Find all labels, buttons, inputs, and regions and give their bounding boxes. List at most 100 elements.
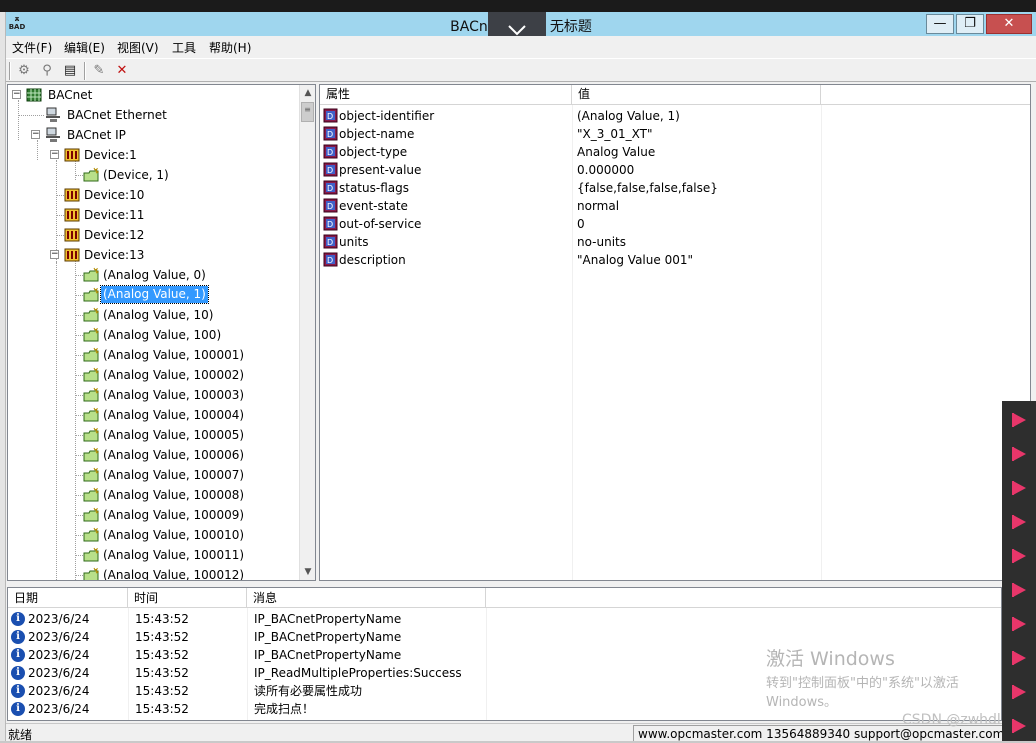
property-name: out-of-service <box>339 217 422 231</box>
tree-node-label: (Analog Value, 100010) <box>103 528 245 542</box>
tree-node-device[interactable]: Device:10 <box>50 185 288 205</box>
info-icon: i <box>11 684 25 698</box>
flag-icon[interactable] <box>1008 613 1030 635</box>
svg-text:D: D <box>327 112 333 121</box>
property-row[interactable]: Dstatus-flags {false,false,false,false} <box>320 179 1030 197</box>
tree-node-ip[interactable]: − BACnet IP <box>31 125 291 145</box>
tree-node-device[interactable]: − Device:1 <box>50 145 288 165</box>
tree-node-label: (Analog Value, 100003) <box>103 388 245 402</box>
tree-node-object[interactable]: (Analog Value, 100009) <box>69 505 288 525</box>
csdn-watermark: CSDN @zwhdlb <box>902 712 1010 728</box>
flag-icon[interactable] <box>1008 715 1030 737</box>
tree-node-label: (Analog Value, 100005) <box>103 428 245 442</box>
flag-icon[interactable] <box>1008 647 1030 669</box>
toolbar-separator <box>84 62 86 80</box>
info-icon: i <box>11 702 25 716</box>
log-date: 2023/6/24 <box>28 684 90 698</box>
tree-node-object[interactable]: (Analog Value, 100) <box>69 325 288 345</box>
column-header-property[interactable]: 属性 <box>320 85 572 105</box>
tree-node-object[interactable]: (Analog Value, 100004) <box>69 405 288 425</box>
horizontal-splitter[interactable] <box>6 581 1036 586</box>
menu-help[interactable]: 帮助(H) <box>209 39 251 56</box>
computer-network-icon <box>46 127 60 142</box>
flag-icon[interactable] <box>1008 545 1030 567</box>
flag-icon[interactable] <box>1008 511 1030 533</box>
scroll-thumb[interactable]: ≡ <box>301 102 314 122</box>
flag-icon[interactable] <box>1008 477 1030 499</box>
delete-icon[interactable]: ✕ <box>112 62 132 80</box>
column-header-value[interactable]: 值 <box>572 85 821 105</box>
scan-icon[interactable]: ⚙ <box>14 62 34 80</box>
tree-node-object[interactable]: (Analog Value, 100001) <box>69 345 288 365</box>
toolbar-grip <box>9 62 11 80</box>
tree-node-bacnet[interactable]: − BACnet <box>12 85 292 105</box>
write-icon[interactable]: ✎ <box>89 62 109 80</box>
tree-node-object[interactable]: (Analog Value, 100011) <box>69 545 288 565</box>
tree-node-object[interactable]: (Analog Value, 100005) <box>69 425 288 445</box>
property-row[interactable]: Dobject-identifier (Analog Value, 1) <box>320 107 1030 125</box>
restore-button[interactable]: ❐ <box>956 14 984 34</box>
menu-tools[interactable]: 工具 <box>172 39 196 56</box>
tree-node-object[interactable]: (Analog Value, 100003) <box>69 385 288 405</box>
object-folder-icon <box>83 427 100 443</box>
tree-node-object[interactable]: (Analog Value, 100002) <box>69 365 288 385</box>
property-value: "Analog Value 001" <box>577 253 693 267</box>
property-row[interactable]: Dout-of-service 0 <box>320 215 1030 233</box>
flag-icon[interactable] <box>1008 409 1030 431</box>
tree-node-device[interactable]: − Device:13 <box>50 245 288 265</box>
tree-node-label: Device:11 <box>84 208 145 222</box>
property-value: no-units <box>577 235 627 249</box>
tree-node-object[interactable]: (Analog Value, 100008) <box>69 485 288 505</box>
device-tree[interactable]: − BACnet BACnet Ethernet − BACnet IP − De… <box>7 84 316 581</box>
column-header-time[interactable]: 时间 <box>128 588 247 608</box>
property-row[interactable]: Dobject-type Analog Value <box>320 143 1030 161</box>
menu-edit[interactable]: 编辑(E) <box>64 39 105 56</box>
column-header-message[interactable]: 消息 <box>247 588 486 608</box>
object-folder-icon <box>83 507 100 523</box>
property-row[interactable]: Dobject-name "X_3_01_XT" <box>320 125 1030 143</box>
tree-line <box>56 235 64 236</box>
tree-node-device[interactable]: Device:12 <box>50 225 288 245</box>
tree-node-device[interactable]: Device:11 <box>50 205 288 225</box>
find-icon[interactable]: ⚲ <box>37 62 57 80</box>
minimize-button[interactable]: — <box>926 14 954 34</box>
log-time: 15:43:52 <box>135 666 189 680</box>
tree-node-object[interactable]: (Device, 1) <box>69 165 288 185</box>
column-header-date[interactable]: 日期 <box>8 588 128 608</box>
properties-icon[interactable]: ▤ <box>60 62 80 80</box>
property-row[interactable]: Devent-state normal <box>320 197 1030 215</box>
flag-icon[interactable] <box>1008 681 1030 703</box>
collapse-toggle[interactable]: − <box>50 150 59 159</box>
tree-node-object[interactable]: (Analog Value, 100007) <box>69 465 288 485</box>
menu-view[interactable]: 视图(V) <box>117 39 159 56</box>
tree-line <box>75 455 83 456</box>
property-row[interactable]: Dpresent-value 0.000000 <box>320 161 1030 179</box>
property-row[interactable]: Dunits no-units <box>320 233 1030 251</box>
collapse-toggle[interactable]: − <box>12 90 21 99</box>
scroll-up-arrow[interactable]: ▲ <box>300 85 315 101</box>
tree-node-object[interactable]: (Analog Value, 100012) <box>69 565 288 580</box>
tree-node-object[interactable]: (Analog Value, 100010) <box>69 525 288 545</box>
flag-icon[interactable] <box>1008 443 1030 465</box>
object-folder-icon <box>83 487 100 503</box>
tree-node-label: BACnet <box>48 88 93 102</box>
tree-scrollbar[interactable]: ▲ ≡ ▼ <box>299 85 315 580</box>
tree-node-object[interactable]: (Analog Value, 10) <box>69 305 288 325</box>
object-folder-icon <box>83 367 100 383</box>
flag-icon[interactable] <box>1008 579 1030 601</box>
tree-node-object[interactable]: (Analog Value, 1) <box>69 285 288 305</box>
close-button[interactable]: ✕ <box>986 14 1032 34</box>
tree-node-object[interactable]: (Analog Value, 0) <box>69 265 288 285</box>
collapse-toggle[interactable]: − <box>50 250 59 259</box>
tree-node-ethernet[interactable]: BACnet Ethernet <box>31 105 291 125</box>
tree-node-label: (Analog Value, 100008) <box>103 488 245 502</box>
log-row[interactable]: i 2023/6/24 15:43:52 IP_BACnetPropertyName <box>8 610 1001 628</box>
collapse-toggle[interactable]: − <box>31 130 40 139</box>
device-icon <box>64 207 80 223</box>
property-row[interactable]: Ddescription "Analog Value 001" <box>320 251 1030 269</box>
tree-node-object[interactable]: (Analog Value, 100006) <box>69 445 288 465</box>
property-name: event-state <box>339 199 408 213</box>
scroll-down-arrow[interactable]: ▼ <box>300 564 315 580</box>
property-list[interactable]: 属性 值 Dobject-identifier (Analog Value, 1)… <box>319 84 1031 581</box>
menu-file[interactable]: 文件(F) <box>12 39 52 56</box>
